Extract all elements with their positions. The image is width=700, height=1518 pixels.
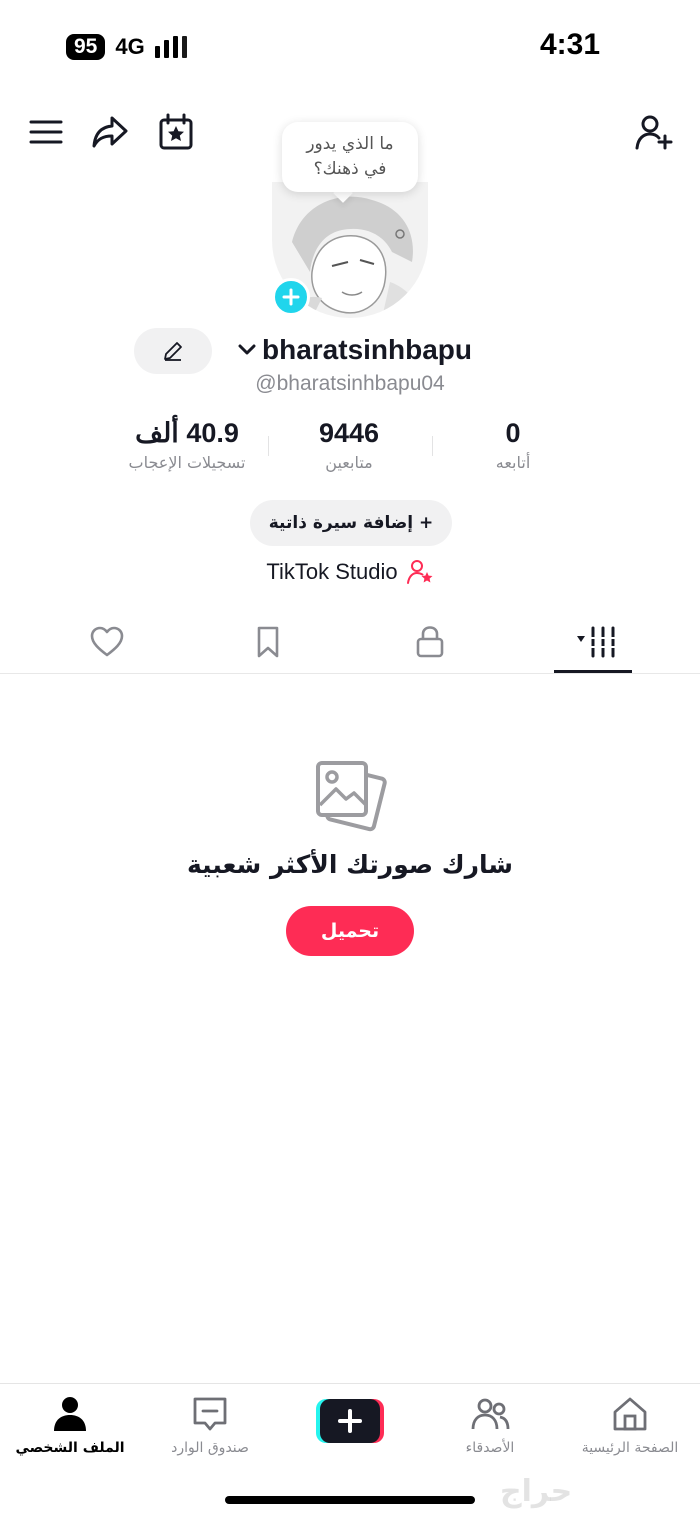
photo-icon <box>310 755 390 835</box>
profile-icon <box>54 1397 86 1431</box>
menu-icon[interactable] <box>26 112 66 152</box>
tab-liked[interactable] <box>67 610 147 674</box>
thought-bubble[interactable]: ما الذي يدور في ذهنك؟ <box>282 122 418 192</box>
followers-count: 9446 <box>318 418 380 448</box>
add-bio-label: + إضافة سيرة ذاتية <box>268 513 434 533</box>
username: bharatsinhbapu <box>262 334 473 365</box>
pencil-icon <box>164 342 182 361</box>
heart-icon <box>90 626 124 657</box>
status-bar-left: 95 4G <box>66 34 187 60</box>
nav-home[interactable]: الصفحة الرئيسية <box>560 1394 700 1456</box>
create-button[interactable] <box>316 1399 384 1443</box>
studio-icon <box>406 560 433 584</box>
grid-icon <box>577 626 617 658</box>
upload-button[interactable]: تحميل <box>286 906 414 956</box>
nav-inbox[interactable]: صندوق الوارد <box>140 1394 280 1456</box>
tab-videos[interactable] <box>553 610 633 674</box>
calendar-star-icon[interactable] <box>156 112 196 152</box>
likes-label: تسجيلات الإعجاب <box>128 453 246 472</box>
active-tab-indicator <box>554 670 632 673</box>
likes-stat[interactable]: 40.9 ألف تسجيلات الإعجاب <box>102 418 272 472</box>
chevron-down-icon <box>238 344 256 355</box>
followers-label: متابعين <box>325 453 373 472</box>
tab-saved[interactable] <box>228 610 308 674</box>
lock-icon <box>416 626 444 658</box>
signal-icon <box>154 36 187 58</box>
following-count: 0 <box>505 418 521 448</box>
watermark: حراج <box>500 1474 573 1509</box>
followers-stat[interactable]: 9446 متابعين <box>264 418 434 472</box>
nav-home-label: الصفحة الرئيسية <box>581 1440 679 1456</box>
battery-level: 95 <box>66 34 106 60</box>
content-tabs <box>0 610 700 674</box>
network-type: 4G <box>115 34 145 59</box>
home-icon <box>613 1397 647 1431</box>
nav-profile-label: الملف الشخصي <box>15 1440 125 1456</box>
add-story-button[interactable] <box>272 278 310 316</box>
tab-private[interactable] <box>390 610 470 674</box>
nav-friends-label: الأصدقاء <box>465 1440 515 1456</box>
add-bio-button[interactable]: + إضافة سيرة ذاتية <box>250 500 452 546</box>
add-friend-icon[interactable] <box>634 112 674 152</box>
nav-inbox-label: صندوق الوارد <box>171 1440 249 1456</box>
empty-state-title: شارك صورتك الأكثر شعبية <box>186 850 514 879</box>
user-handle: @bharatsinhbapu04 <box>255 372 445 395</box>
plus-icon <box>316 1399 384 1443</box>
inbox-icon <box>193 1397 227 1431</box>
following-label: أتابعه <box>495 453 531 472</box>
status-time: 4:31 <box>539 28 600 61</box>
account-switcher[interactable]: bharatsinhbapu <box>236 334 472 366</box>
edit-profile-button[interactable] <box>134 328 212 374</box>
share-icon[interactable] <box>90 112 130 152</box>
likes-count: 40.9 ألف <box>135 418 239 448</box>
nav-profile[interactable]: الملف الشخصي <box>0 1394 140 1456</box>
nav-friends[interactable]: الأصدقاء <box>420 1394 560 1456</box>
following-stat[interactable]: 0 أتابعه <box>428 418 598 472</box>
tiktok-studio-link[interactable]: TikTok Studio <box>0 558 700 586</box>
friends-icon <box>471 1398 510 1430</box>
home-indicator[interactable] <box>225 1496 475 1504</box>
studio-label: TikTok Studio <box>266 559 398 584</box>
bookmark-icon <box>257 626 279 658</box>
